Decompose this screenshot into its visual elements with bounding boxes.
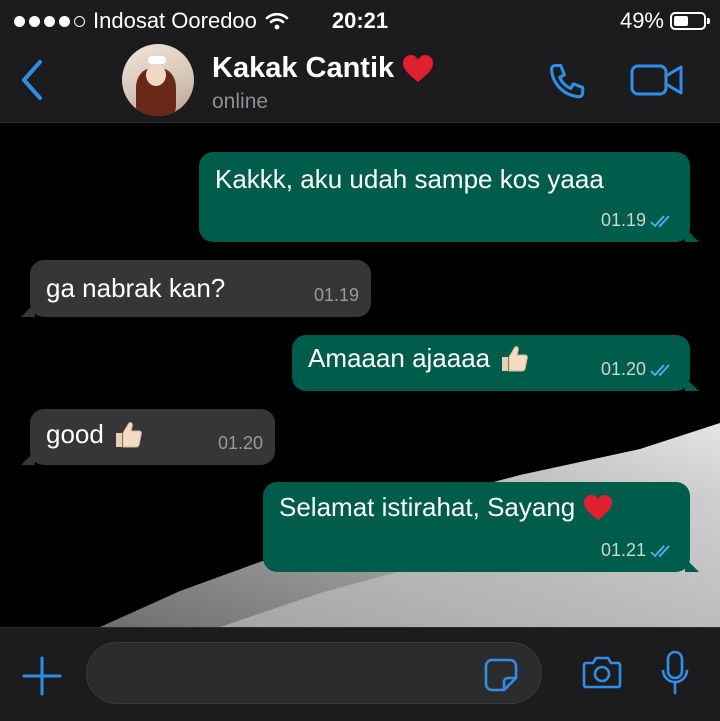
contact-status: online	[212, 90, 269, 113]
microphone-icon[interactable]	[660, 650, 690, 696]
message-bubble-outgoing[interactable]: Kakkk, aku udah sampe kos yaaa 01.19	[199, 152, 699, 242]
thumbs-up-icon	[115, 422, 142, 448]
heart-icon	[403, 54, 434, 82]
double-check-icon	[650, 215, 670, 228]
message-bubble-outgoing[interactable]: Amaaan ajaaaa 01.20	[292, 335, 699, 391]
signal-dot	[59, 15, 70, 27]
carrier-name: Indosat Ooredoo	[93, 8, 257, 33]
contact-name[interactable]: Kakak Cantik	[212, 52, 434, 85]
chevron-left-icon[interactable]	[14, 56, 54, 104]
battery-percentage: 49%	[619, 8, 664, 33]
message-bubble-incoming[interactable]: ga nabrak kan? 01.19	[21, 260, 371, 317]
message-text: Amaaan ajaaaa	[308, 343, 491, 374]
message-bubble-incoming[interactable]: good 01.20	[21, 409, 275, 465]
signal-strength-icon	[14, 15, 85, 27]
avatar[interactable]	[122, 44, 194, 116]
battery-icon	[670, 12, 710, 30]
message-time: 01.19	[313, 285, 359, 306]
sticker-icon[interactable]	[484, 658, 518, 692]
signal-dot	[14, 15, 25, 27]
camera-icon[interactable]	[582, 654, 622, 690]
carrier-signal: Indosat Ooredoo	[14, 8, 289, 34]
message-text: Selamat istirahat, Sayang	[279, 492, 576, 522]
double-check-icon	[650, 364, 670, 377]
phone-icon[interactable]	[546, 60, 590, 104]
chat-header: Kakak Cantik online	[0, 40, 720, 123]
message-time: 01.20	[600, 359, 646, 380]
message-text: Kakkk, aku udah sampe kos yaaa	[215, 164, 604, 194]
heart-icon	[584, 494, 613, 520]
signal-dot	[74, 15, 85, 27]
wifi-icon	[265, 12, 289, 30]
message-input[interactable]	[86, 642, 542, 704]
battery-level	[674, 16, 688, 26]
signal-dot	[44, 15, 55, 27]
double-check-icon	[650, 545, 670, 558]
thumbs-up-icon	[502, 346, 529, 372]
message-text: good	[46, 419, 104, 450]
signal-dot	[29, 15, 40, 27]
message-time: 01.21	[600, 540, 646, 561]
message-text: ga nabrak kan?	[46, 273, 226, 303]
message-bubble-outgoing[interactable]: Selamat istirahat, Sayang 01.21	[263, 482, 699, 572]
message-time: 01.20	[217, 433, 263, 454]
input-bar	[0, 627, 720, 721]
video-camera-icon[interactable]	[630, 62, 684, 98]
chat-area[interactable]: Kakkk, aku udah sampe kos yaaa 01.19 ga …	[0, 123, 720, 627]
message-time: 01.19	[600, 210, 646, 231]
status-bar: Indosat Ooredoo 20:21 49%	[0, 0, 720, 40]
contact-name-text: Kakak Cantik	[212, 52, 395, 84]
plus-icon[interactable]	[22, 656, 62, 696]
